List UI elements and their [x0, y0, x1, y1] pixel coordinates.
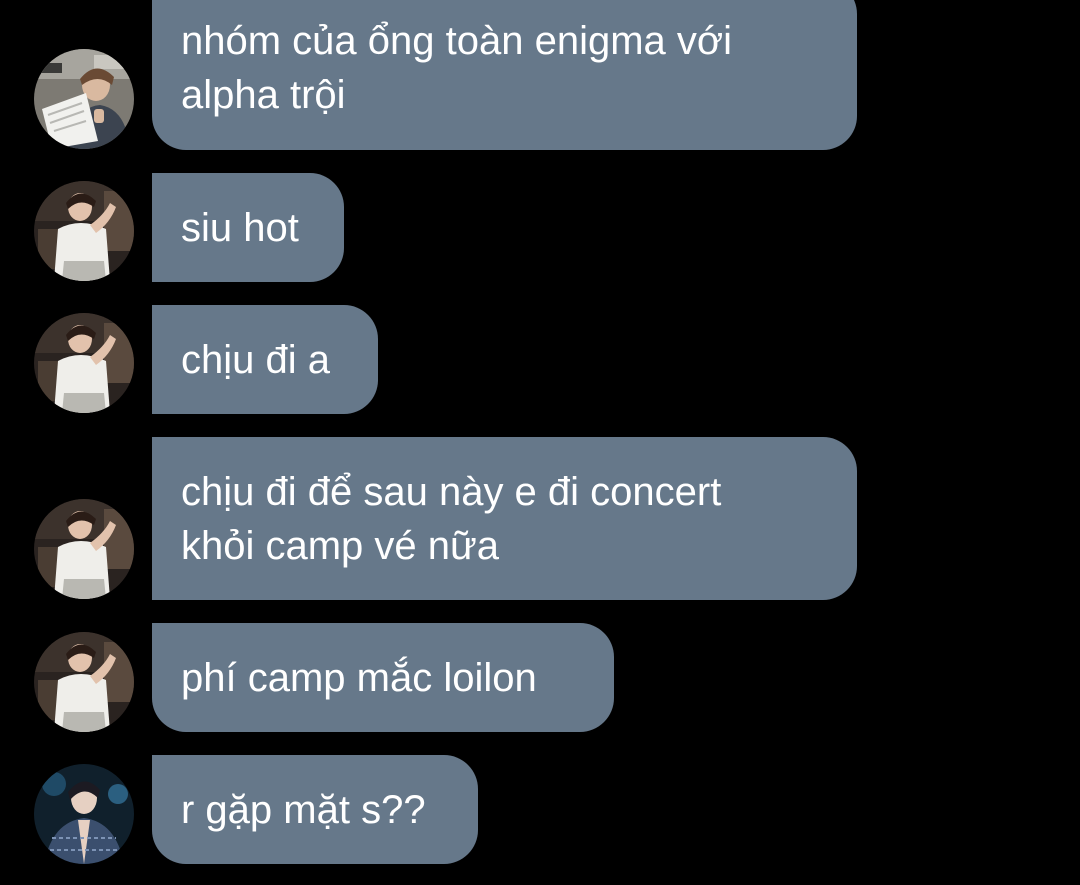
message-text-line: phí camp mắc loilon — [181, 656, 537, 700]
sender-avatar[interactable] — [34, 313, 134, 413]
message-text-line: chịu đi để sau này e đi concert — [181, 470, 722, 514]
chat-message-list[interactable]: nhóm của ổng toàn enigma với alpha trội … — [0, 0, 1080, 885]
avatar-photo-white-shirt — [34, 632, 134, 732]
message-bubble[interactable]: r gặp mặt s?? — [152, 755, 478, 864]
message-bubble[interactable]: phí camp mắc loilon — [152, 623, 614, 732]
message-text-line: nhóm của ổng toàn enigma với — [181, 19, 733, 63]
avatar-photo-white-shirt — [34, 181, 134, 281]
message-bubble[interactable]: siu hot — [152, 173, 344, 282]
message-bubble[interactable]: chịu đi để sau này e đi concert khỏi cam… — [152, 437, 857, 600]
avatar-photo-white-shirt — [34, 499, 134, 599]
message-bubble[interactable]: nhóm của ổng toàn enigma với alpha trội — [152, 0, 857, 150]
message-text-line: khỏi camp vé nữa — [181, 524, 500, 568]
avatar-photo-man-reading — [34, 49, 134, 149]
message-text-line: siu hot — [181, 206, 299, 250]
message-text-line: r gặp mặt s?? — [181, 788, 426, 832]
sender-avatar[interactable] — [34, 764, 134, 864]
sender-avatar[interactable] — [34, 632, 134, 732]
avatar-photo-white-shirt — [34, 313, 134, 413]
avatar-photo-blue-jacket — [34, 764, 134, 864]
message-text-line: alpha trội — [181, 73, 346, 117]
sender-avatar[interactable] — [34, 181, 134, 281]
message-bubble[interactable]: chịu đi a — [152, 305, 378, 414]
sender-avatar[interactable] — [34, 49, 134, 149]
sender-avatar[interactable] — [34, 499, 134, 599]
message-text-line: chịu đi a — [181, 338, 330, 382]
